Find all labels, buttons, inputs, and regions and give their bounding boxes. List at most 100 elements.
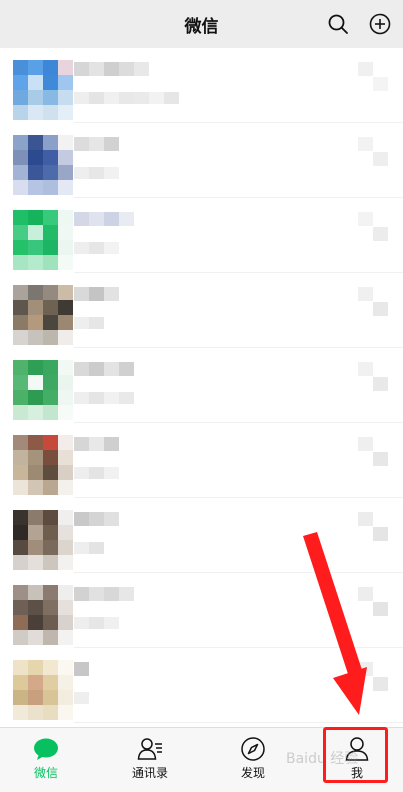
tab-me[interactable]: 我: [317, 728, 397, 792]
avatar-pixel: [28, 390, 43, 405]
avatar-pixel: [43, 75, 58, 90]
name-pixel: [89, 137, 104, 151]
avatar-pixel: [28, 255, 43, 270]
avatar: [13, 285, 73, 345]
avatar-pixel: [58, 660, 73, 675]
name-pixel: [89, 287, 104, 301]
avatar-pixel: [43, 600, 58, 615]
message-pixel: [89, 542, 104, 554]
chat-list-item[interactable]: [0, 48, 403, 123]
avatar-pixel: [58, 555, 73, 570]
name-pixel: [89, 62, 104, 76]
avatar: [13, 510, 73, 570]
compass-icon: [241, 737, 265, 761]
avatar-pixel: [43, 285, 58, 300]
avatar: [13, 435, 73, 495]
name-pixel: [119, 362, 134, 376]
avatar-pixel: [58, 540, 73, 555]
name-pixel: [89, 437, 104, 451]
avatar-pixel: [28, 75, 43, 90]
avatar-pixel: [13, 75, 28, 90]
avatar-pixel: [13, 330, 28, 345]
avatar-pixel: [28, 330, 43, 345]
time-pixel: [373, 602, 388, 616]
avatar-pixel: [43, 225, 58, 240]
avatar-pixel: [43, 675, 58, 690]
avatar-pixel: [13, 615, 28, 630]
avatar-pixel: [28, 690, 43, 705]
message-pixel: [74, 617, 89, 629]
message-pixel: [74, 317, 89, 329]
message-pixel: [89, 467, 104, 479]
name-pixel: [74, 212, 89, 226]
avatar-pixel: [43, 300, 58, 315]
tab-discover[interactable]: 发现: [213, 728, 293, 792]
avatar: [13, 210, 73, 270]
avatar-pixel: [58, 165, 73, 180]
avatar-pixel: [13, 660, 28, 675]
avatar-pixel: [43, 555, 58, 570]
avatar-pixel: [58, 225, 73, 240]
avatar-pixel: [28, 315, 43, 330]
chat-list-item[interactable]: [0, 573, 403, 648]
avatar-pixel: [13, 150, 28, 165]
avatar-pixel: [13, 690, 28, 705]
time-pixel: [358, 212, 373, 226]
time-pixel: [373, 77, 388, 91]
chat-list-item[interactable]: [0, 423, 403, 498]
avatar-pixel: [43, 255, 58, 270]
avatar-pixel: [13, 255, 28, 270]
time-pixel: [373, 677, 388, 691]
avatar-pixel: [28, 60, 43, 75]
avatar-pixel: [28, 375, 43, 390]
chat-bubble-icon: [34, 738, 58, 760]
tab-contacts[interactable]: 通讯录: [110, 728, 190, 792]
avatar-pixel: [28, 240, 43, 255]
chat-list[interactable]: [0, 48, 403, 727]
chat-list-item[interactable]: [0, 348, 403, 423]
name-pixel: [74, 287, 89, 301]
avatar-pixel: [13, 285, 28, 300]
tab-chats[interactable]: 微信: [6, 728, 86, 792]
chat-list-item[interactable]: [0, 198, 403, 273]
message-pixel: [104, 467, 119, 479]
avatar-pixel: [43, 465, 58, 480]
chat-list-item[interactable]: [0, 648, 403, 723]
name-pixel: [104, 362, 119, 376]
avatar-pixel: [58, 360, 73, 375]
message-pixel: [74, 542, 89, 554]
message-pixel: [89, 317, 104, 329]
message-pixel: [89, 92, 104, 104]
avatar-pixel: [43, 210, 58, 225]
avatar-pixel: [43, 360, 58, 375]
name-pixel: [104, 137, 119, 151]
avatar-pixel: [58, 630, 73, 645]
avatar-pixel: [43, 135, 58, 150]
name-pixel: [119, 212, 134, 226]
avatar-pixel: [58, 450, 73, 465]
page-title: 微信: [184, 16, 219, 37]
message-pixel: [74, 692, 89, 704]
avatar-pixel: [43, 660, 58, 675]
avatar-pixel: [28, 180, 43, 195]
avatar-pixel: [58, 90, 73, 105]
message-pixel: [119, 92, 134, 104]
name-pixel: [74, 662, 89, 676]
add-button[interactable]: [369, 13, 391, 35]
chat-list-item[interactable]: [0, 498, 403, 573]
avatar-pixel: [43, 630, 58, 645]
avatar-pixel: [28, 225, 43, 240]
avatar-pixel: [13, 540, 28, 555]
name-pixel: [104, 512, 119, 526]
message-pixel: [164, 92, 179, 104]
avatar-pixel: [13, 705, 28, 720]
name-pixel: [74, 62, 89, 76]
name-pixel: [104, 587, 119, 601]
name-pixel: [104, 212, 119, 226]
chat-list-item[interactable]: [0, 123, 403, 198]
avatar-pixel: [58, 375, 73, 390]
name-pixel: [104, 287, 119, 301]
name-pixel: [74, 437, 89, 451]
search-button[interactable]: [327, 13, 349, 35]
chat-list-item[interactable]: [0, 273, 403, 348]
